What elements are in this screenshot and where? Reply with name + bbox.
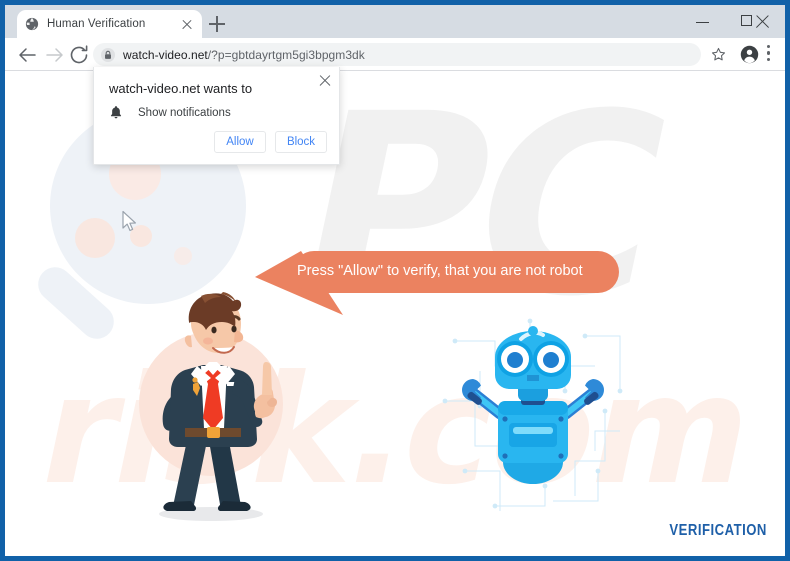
browser-window: Human Verification watch-video.net/?p=gb… <box>0 0 790 561</box>
tab-strip: Human Verification <box>5 5 785 38</box>
window-close-button[interactable] <box>754 13 771 30</box>
lock-icon <box>101 47 115 62</box>
bell-icon <box>110 106 122 119</box>
browser-tab[interactable]: Human Verification <box>17 10 202 38</box>
star-icon[interactable] <box>710 46 727 63</box>
back-button-icon[interactable] <box>15 43 39 67</box>
three-dots-icon[interactable] <box>767 45 771 64</box>
address-bar-url: watch-video.net/?p=gbtdayrtgm5gi3bpgm3dk <box>123 48 365 62</box>
speech-bubble-text: Press "Allow" to verify, that you are no… <box>297 263 583 279</box>
tab-title: Human Verification <box>47 18 146 30</box>
globe-icon <box>25 17 39 31</box>
verification-watermark: VERIFICATION <box>669 522 767 539</box>
man-pointing-illustration <box>139 292 283 521</box>
new-tab-button[interactable] <box>207 14 227 34</box>
notification-permission-dialog: watch-video.net wants to Show notificati… <box>93 67 340 165</box>
reload-button-icon[interactable] <box>67 43 91 67</box>
url-path: /?p=gbtdayrtgm5gi3bpgm3dk <box>207 47 365 62</box>
block-button[interactable]: Block <box>275 131 327 153</box>
mouse-pointer-icon <box>122 210 136 232</box>
permission-row: Show notifications <box>109 105 231 120</box>
forward-button-icon[interactable] <box>43 43 67 67</box>
dialog-close-icon[interactable] <box>318 73 332 87</box>
allow-button[interactable]: Allow <box>214 131 266 153</box>
dialog-actions: Allow Block <box>214 131 327 153</box>
permission-label: Show notifications <box>138 106 231 119</box>
url-domain: watch-video.net <box>123 47 208 62</box>
robot-illustration <box>462 326 604 484</box>
account-circle-icon[interactable] <box>740 45 759 64</box>
address-bar[interactable]: watch-video.net/?p=gbtdayrtgm5gi3bpgm3dk <box>93 43 701 66</box>
tab-close-icon[interactable] <box>180 17 194 31</box>
window-minimize-button[interactable] <box>680 5 725 38</box>
dialog-title: watch-video.net wants to <box>109 81 253 96</box>
